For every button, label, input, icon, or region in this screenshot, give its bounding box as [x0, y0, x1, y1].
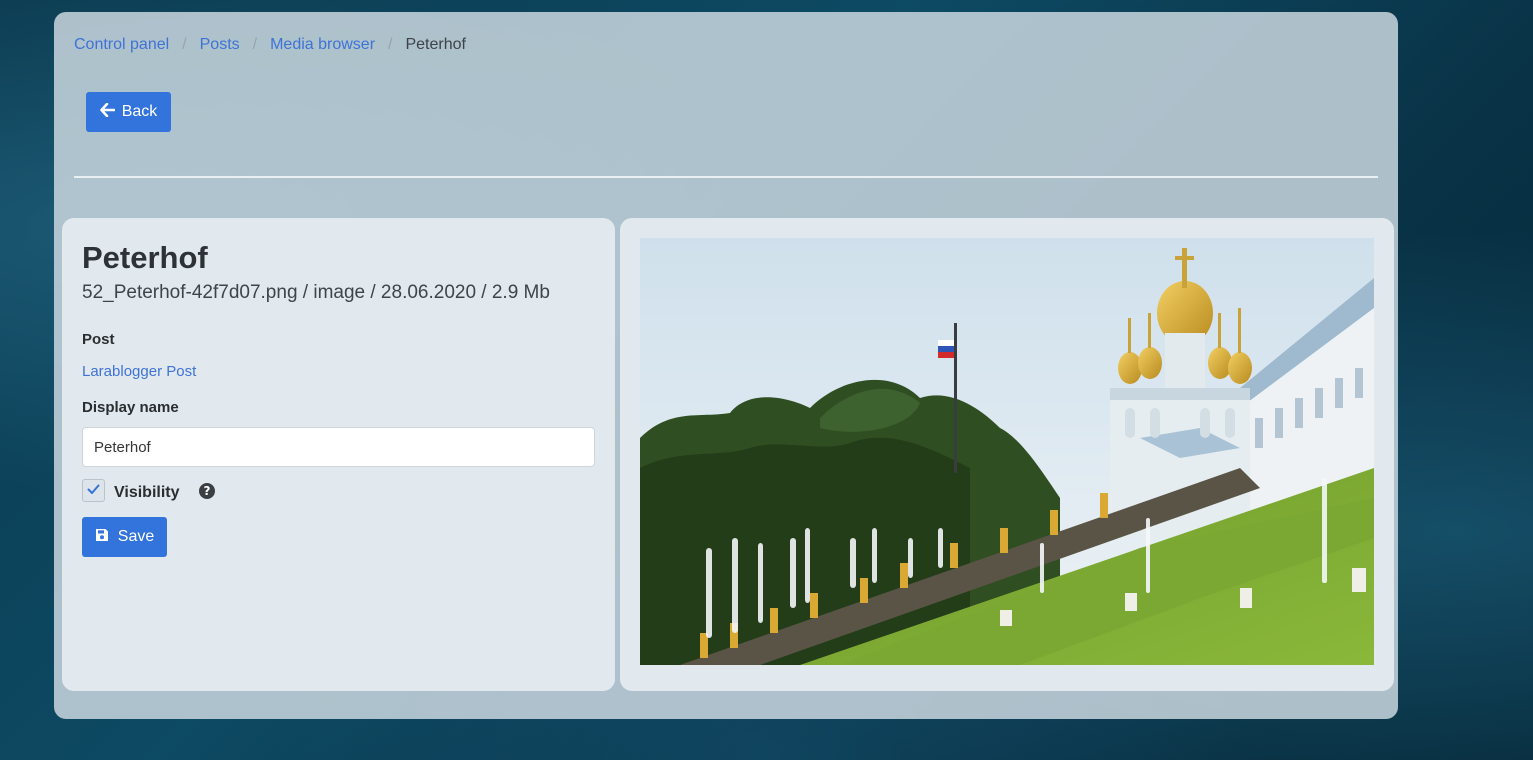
breadcrumb-separator: / — [388, 36, 393, 53]
breadcrumb-separator: / — [252, 36, 258, 53]
back-button-label: Back — [121, 103, 158, 120]
media-meta: 52_Peterhof-42f7d07.png / image / 28.06.… — [82, 282, 550, 303]
visibility-checkbox[interactable] — [82, 479, 105, 502]
check-icon — [87, 482, 100, 500]
visibility-label: Visibility — [114, 484, 180, 501]
display-name-input[interactable] — [82, 427, 595, 467]
display-name-label: Display name — [82, 399, 179, 416]
media-preview-card — [620, 218, 1394, 691]
save-button[interactable]: Save — [82, 517, 167, 557]
question-circle-icon[interactable]: ? — [199, 483, 215, 499]
divider — [74, 176, 1378, 178]
arrow-left-icon — [99, 102, 116, 122]
post-label: Post — [82, 331, 115, 348]
media-preview-image — [640, 238, 1374, 665]
breadcrumb: Control panel / Posts / Media browser / … — [74, 35, 466, 55]
post-link[interactable]: Larablogger Post — [82, 363, 196, 380]
breadcrumb-separator: / — [182, 36, 187, 53]
save-button-label: Save — [117, 528, 155, 545]
media-title: Peterhof — [82, 240, 208, 275]
floppy-disk-icon — [95, 528, 109, 547]
breadcrumb-posts[interactable]: Posts — [200, 36, 240, 54]
breadcrumb-media-browser[interactable]: Media browser — [270, 36, 375, 54]
breadcrumb-current: Peterhof — [405, 36, 466, 53]
back-button[interactable]: Back — [86, 92, 171, 132]
media-details-card: Peterhof 52_Peterhof-42f7d07.png / image… — [62, 218, 615, 691]
breadcrumb-control-panel[interactable]: Control panel — [74, 36, 169, 54]
main-panel: Control panel / Posts / Media browser / … — [54, 12, 1398, 719]
